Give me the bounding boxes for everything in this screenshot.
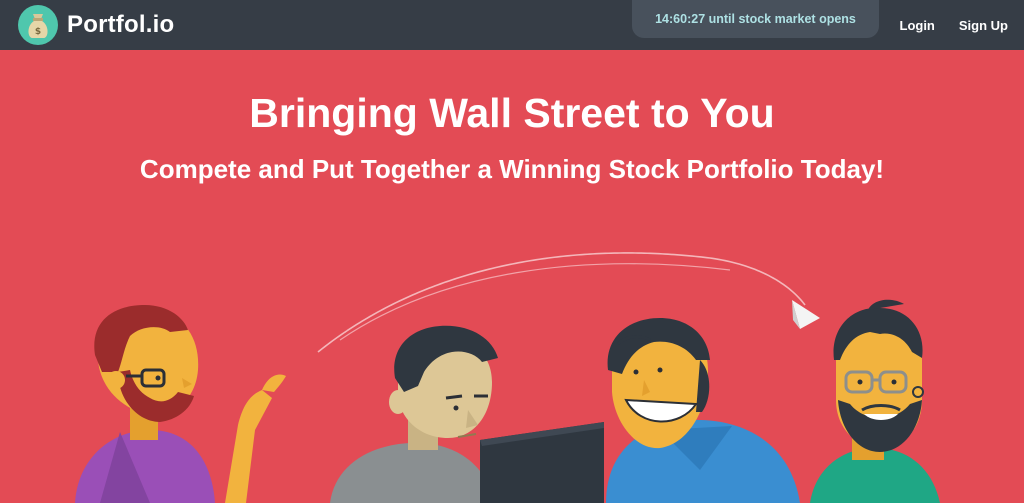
- svg-text:$: $: [35, 27, 41, 37]
- login-link[interactable]: Login: [900, 18, 935, 33]
- signup-link[interactable]: Sign Up: [959, 18, 1008, 33]
- laptop-icon: [480, 422, 604, 503]
- airplane-trail: [317, 252, 806, 353]
- top-navbar: $ Portfol.io 14:60:27 until stock market…: [0, 0, 1024, 50]
- nav-links: Login Sign Up: [876, 0, 1009, 50]
- person-3: [606, 318, 800, 503]
- hero-title: Bringing Wall Street to You: [249, 90, 775, 136]
- person-4: [810, 299, 940, 503]
- brand[interactable]: $ Portfol.io: [18, 5, 174, 45]
- brand-name[interactable]: Portfol.io: [67, 11, 174, 39]
- person-2: [330, 325, 498, 503]
- paper-airplane-icon: [792, 300, 820, 329]
- market-countdown: 14:60:27 until stock market opens: [632, 0, 879, 38]
- people-illustration: [75, 252, 940, 503]
- person-1: [75, 304, 286, 503]
- hero-subtitle: Compete and Put Together a Winning Stock…: [139, 154, 885, 184]
- money-bag-icon[interactable]: $: [18, 5, 58, 45]
